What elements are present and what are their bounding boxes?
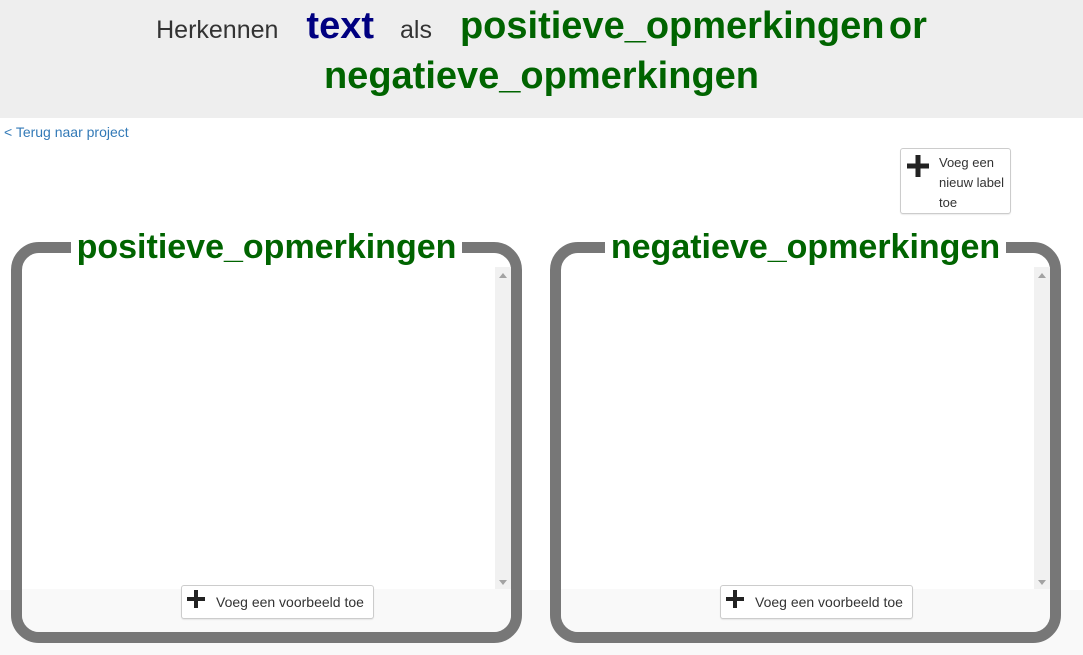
scrollbar[interactable] <box>495 267 511 591</box>
plus-icon <box>187 590 205 608</box>
header-middle: als <box>400 16 432 44</box>
bucket-title: positieve_opmerkingen <box>22 227 511 267</box>
header-label-one: positieve_opmerkingen <box>459 5 885 47</box>
plus-icon <box>726 590 744 608</box>
back-to-project-link[interactable]: < Terug naar project <box>4 124 129 140</box>
scrollbar[interactable] <box>1034 267 1050 591</box>
add-new-label-label: Voeg een nieuw label toe <box>939 155 1005 210</box>
scroll-down-arrow-icon[interactable] <box>499 580 507 585</box>
scroll-down-arrow-icon[interactable] <box>1038 580 1046 585</box>
add-example-button[interactable]: Voeg een voorbeeld toe <box>181 585 374 619</box>
add-example-button[interactable]: Voeg een voorbeeld toe <box>720 585 913 619</box>
header-connector: or <box>888 5 927 47</box>
scroll-up-arrow-icon[interactable] <box>1038 273 1046 278</box>
bucket-title-text: negatieve_opmerkingen <box>604 227 1007 267</box>
page-header: Herkennen text als positieve_opmerkingen or… <box>0 0 1083 118</box>
bucket-title: negatieve_opmerkingen <box>561 227 1050 267</box>
header-label-two: negatieve_opmerkingen <box>323 55 760 97</box>
bucket-footer: Voeg een voorbeeld toe <box>561 585 1050 632</box>
add-example-label: Voeg een voorbeeld toe <box>216 594 364 610</box>
bucket-footer: Voeg een voorbeeld toe <box>22 585 511 632</box>
header-line-two: negatieve_opmerkingen <box>0 51 1083 109</box>
add-example-label: Voeg een voorbeeld toe <box>755 594 903 610</box>
examples-list[interactable] <box>22 267 511 591</box>
header-prefix: Herkennen <box>156 16 279 44</box>
examples-list[interactable] <box>561 267 1050 591</box>
label-bucket-positieve: positieve_opmerkingen Voeg een voorbeeld… <box>11 227 522 643</box>
bucket-title-text: positieve_opmerkingen <box>70 227 463 267</box>
add-new-label-button[interactable]: Voeg een nieuw label toe <box>900 148 1011 214</box>
header-project-type: text <box>306 5 374 47</box>
label-bucket-negatieve: negatieve_opmerkingen Voeg een voorbeeld… <box>550 227 1061 643</box>
plus-icon <box>907 155 929 177</box>
scroll-up-arrow-icon[interactable] <box>499 273 507 278</box>
